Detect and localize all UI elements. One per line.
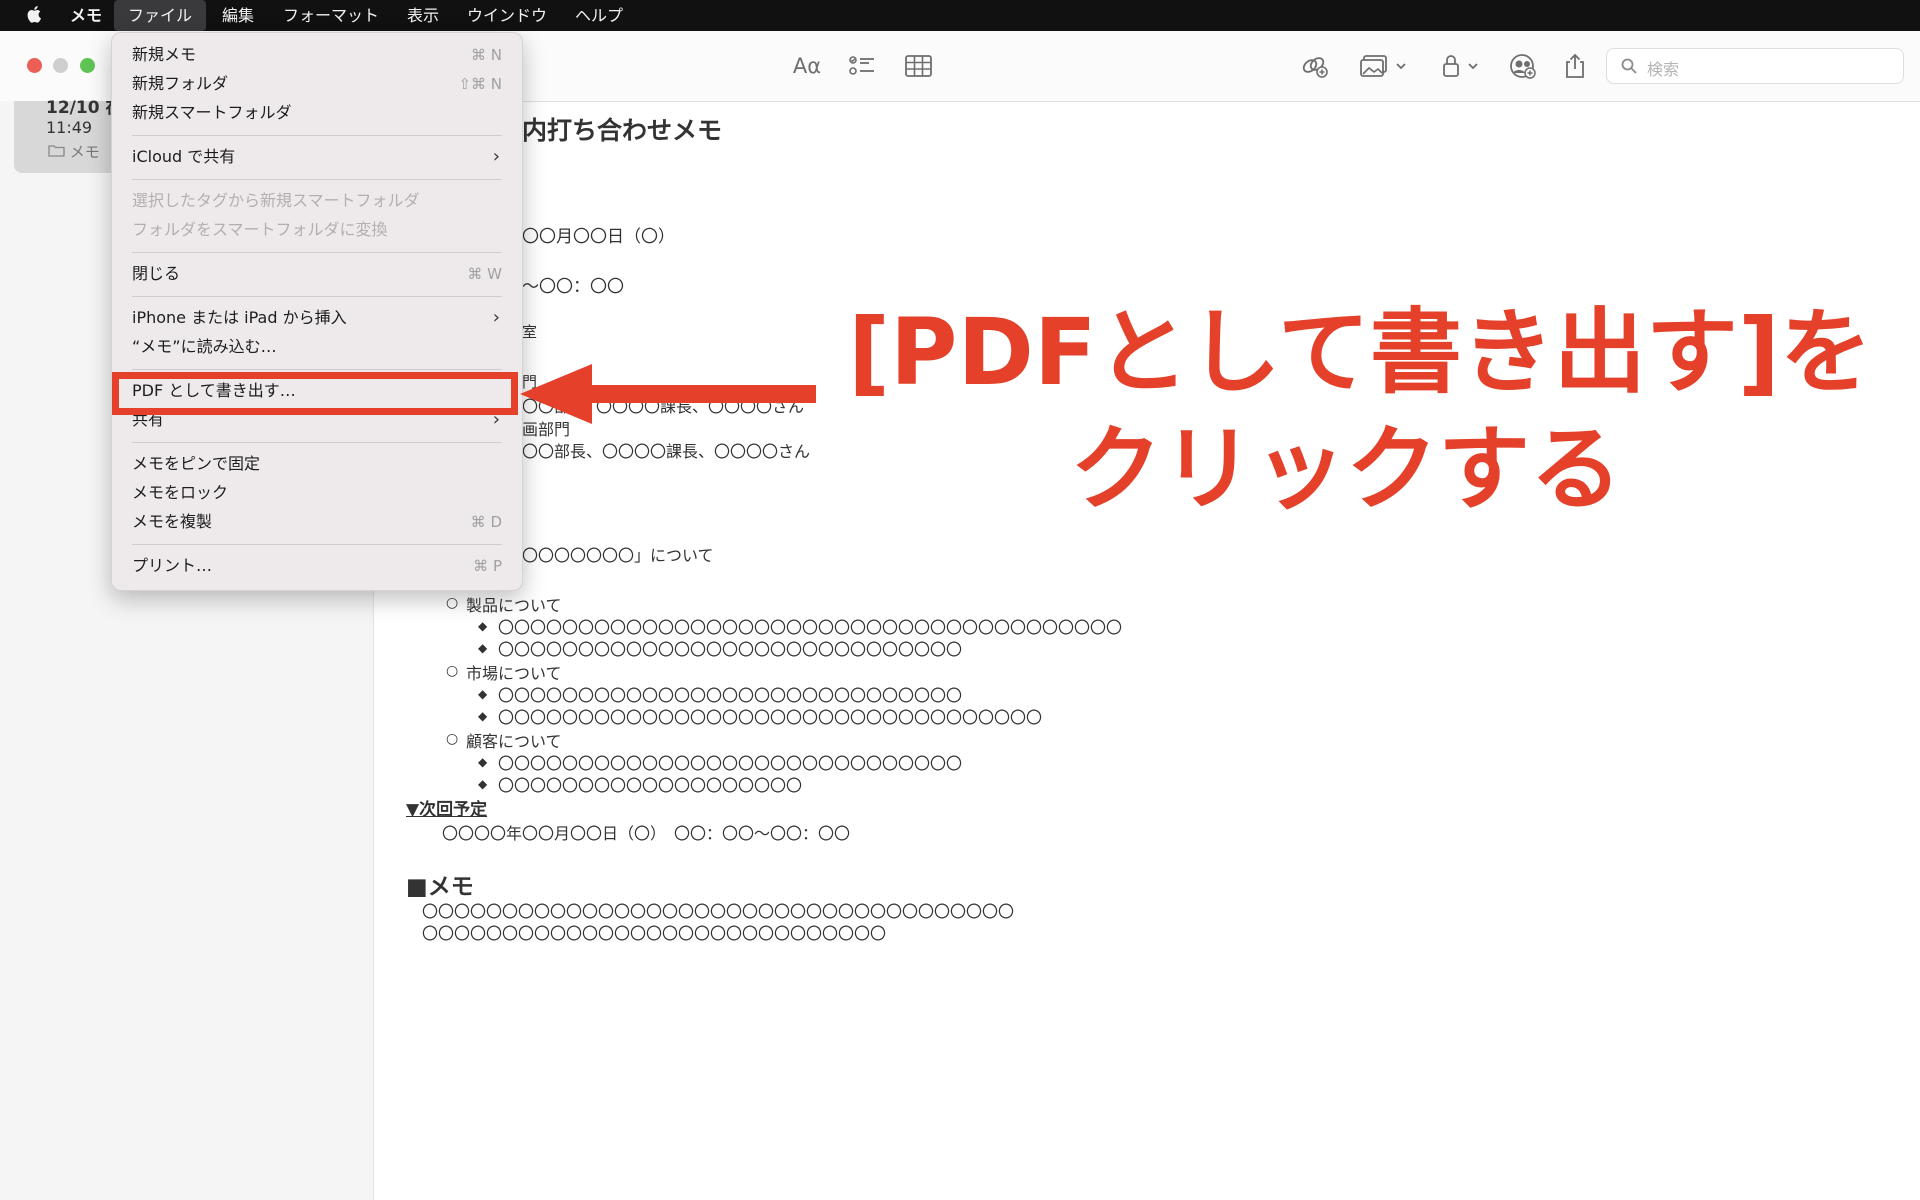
memo-line: 〇〇〇〇〇〇〇〇〇〇〇〇〇〇〇〇〇〇〇〇〇〇〇〇〇〇〇〇〇〇〇〇〇〇〇〇〇 [422,902,1015,921]
menu-item-share-icloud[interactable]: iCloud で共有 › [132,144,502,170]
note-line: 〇〇月〇〇日（〇） [522,227,675,247]
note-title: 内打ち合わせメモ [522,116,723,145]
lock-icon[interactable] [1440,51,1484,81]
menu-item-import-notes[interactable]: “メモ”に読み込む… [132,334,502,360]
share-icon[interactable] [1560,51,1590,81]
menu-item-print[interactable]: プリント… ⌘ P [132,553,502,579]
media-icon[interactable] [1358,51,1410,81]
menu-item-insert-iphone[interactable]: iPhone または iPad から挿入 › [132,305,502,331]
annotation-line-1: [PDFとして書き出す]を [848,299,1872,406]
collaborate-link-icon[interactable] [1300,51,1330,81]
folder-icon [48,145,65,157]
menu-bar: メモ ファイル 編集 フォーマット 表示 ウインドウ ヘルプ [0,0,1920,31]
bullet-diamond: ◆ [478,687,488,701]
note-line: 〇〇〇〇〇〇〇」について [522,546,714,565]
checklist-icon[interactable] [847,51,877,81]
bullet-diamond: ◆ [478,619,488,633]
menu-separator [132,135,502,136]
note-line: 室 [522,323,538,341]
annotation-line-2: クリックする [1070,416,1623,523]
bullet-diamond: ◆ [478,641,488,655]
menu-separator [132,544,502,545]
topic-item: 〇〇〇〇〇〇〇〇〇〇〇〇〇〇〇〇〇〇〇〇〇〇〇〇〇〇〇〇〇 [498,754,963,773]
topic-heading: 製品について [466,596,562,615]
arrow-left-icon [520,364,816,424]
menu-format[interactable]: フォーマット [283,0,379,31]
note-editor[interactable]: 内打ち合わせメモ 〇〇月〇〇日（〇） 〜〇〇：〇〇 室 門 〇〇部 〇〇〇〇課長… [374,101,1920,1200]
bullet-circle: ○ [446,595,459,611]
search-icon [1621,58,1637,74]
chevron-right-icon: › [492,307,500,328]
bullet-diamond: ◆ [478,777,488,791]
menu-separator [132,369,502,370]
note-time: 11:49 [46,118,93,137]
menu-item-close[interactable]: 閉じる ⌘ W [132,261,502,287]
minimize-window-button[interactable] [53,58,68,73]
menu-item-convert-smart: フォルダをスマートフォルダに変換 [132,220,388,239]
bullet-diamond: ◆ [478,755,488,769]
search-field[interactable]: 検索 [1606,48,1904,84]
menu-item-new-smart-folder[interactable]: 新規スマートフォルダ [132,100,502,126]
menu-separator [132,442,502,443]
topic-item: 〇〇〇〇〇〇〇〇〇〇〇〇〇〇〇〇〇〇〇 [498,776,803,795]
next-schedule-date: 〇〇〇〇年〇〇月〇〇日（〇） 〇〇：〇〇〜〇〇：〇〇 [442,824,851,843]
bullet-diamond: ◆ [478,709,488,723]
table-icon[interactable] [903,51,933,81]
next-schedule-heading: ▼次回予定 [406,800,488,820]
file-menu-dropdown: 新規メモ ⌘ N 新規フォルダ ⇧⌘ N 新規スマートフォルダ iCloud で共有… [111,32,523,591]
topic-item: 〇〇〇〇〇〇〇〇〇〇〇〇〇〇〇〇〇〇〇〇〇〇〇〇〇〇〇〇〇〇〇〇〇〇〇〇〇〇〇 [498,618,1123,637]
topic-item: 〇〇〇〇〇〇〇〇〇〇〇〇〇〇〇〇〇〇〇〇〇〇〇〇〇〇〇〇〇〇〇〇〇〇 [498,708,1043,727]
menu-help[interactable]: ヘルプ [575,0,623,31]
topic-heading: 市場について [466,664,562,683]
note-line: 〜〇〇：〇〇 [522,277,624,297]
zoom-window-button[interactable] [80,58,95,73]
menu-app-name[interactable]: メモ [70,0,102,31]
format-button[interactable]: Aα [792,51,822,81]
menu-item-new-folder[interactable]: 新規フォルダ ⇧⌘ N [132,71,502,97]
menu-separator [132,179,502,180]
menu-item-lock[interactable]: メモをロック [132,480,502,506]
close-window-button[interactable] [27,58,42,73]
menu-separator [132,296,502,297]
menu-item-duplicate[interactable]: メモを複製 ⌘ D [132,509,502,535]
menu-item-new-note[interactable]: 新規メモ ⌘ N [132,42,502,68]
note-line: 〇〇部長、〇〇〇〇課長、〇〇〇〇さん [522,442,811,461]
memo-heading: ■メモ [406,874,474,900]
apple-icon[interactable] [26,4,44,24]
memo-line: 〇〇〇〇〇〇〇〇〇〇〇〇〇〇〇〇〇〇〇〇〇〇〇〇〇〇〇〇〇 [422,924,887,943]
topic-item: 〇〇〇〇〇〇〇〇〇〇〇〇〇〇〇〇〇〇〇〇〇〇〇〇〇〇〇〇〇 [498,686,963,705]
topic-heading: 顧客について [466,732,562,751]
menu-item-smart-from-tag: 選択したタグから新規スマートフォルダ [132,191,420,210]
bullet-circle: ○ [446,731,459,747]
menu-file[interactable]: ファイル [114,0,207,31]
share-people-icon[interactable] [1508,51,1538,81]
note-folder: メモ [48,141,100,162]
topic-item: 〇〇〇〇〇〇〇〇〇〇〇〇〇〇〇〇〇〇〇〇〇〇〇〇〇〇〇〇〇 [498,640,963,659]
highlight-box [112,372,518,415]
menu-window[interactable]: ウインドウ [467,0,547,31]
menu-view[interactable]: 表示 [407,0,439,31]
menu-item-pin[interactable]: メモをピンで固定 [132,451,502,477]
menu-edit[interactable]: 編集 [222,0,254,31]
menu-separator [132,252,502,253]
bullet-circle: ○ [446,663,459,679]
search-placeholder: 検索 [1647,60,1680,79]
chevron-right-icon: › [492,146,500,167]
